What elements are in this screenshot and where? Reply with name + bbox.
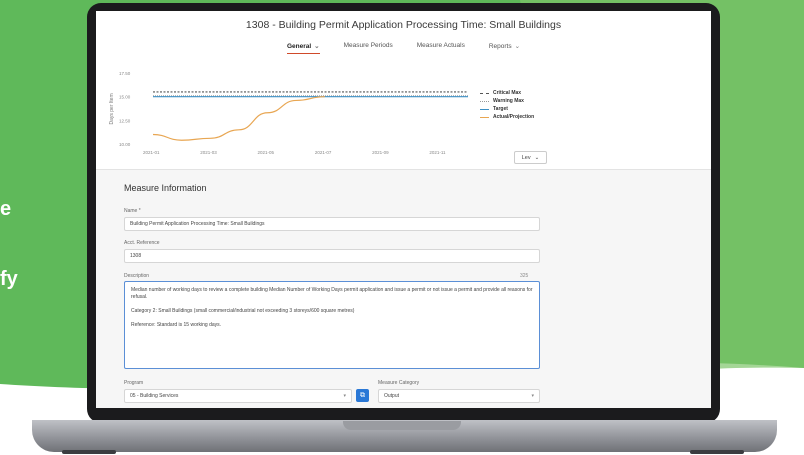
laptop-foot-right (690, 450, 744, 454)
legend-item: Warning Max (480, 97, 534, 105)
legend-item: Target (480, 105, 534, 113)
x-tick-label: 2021-05 (258, 150, 275, 155)
program-select[interactable]: 05 - Building Services ▾ (124, 389, 352, 403)
x-tick-label: 2021-03 (200, 150, 217, 155)
legend-swatch (480, 116, 489, 118)
chevron-down-icon: ▾ (343, 393, 346, 399)
promo-text-line-2: fy (0, 268, 18, 290)
name-label: Name * (124, 208, 141, 214)
description-line: Median number of working days to review … (131, 287, 533, 300)
x-tick-label: 2021-11 (429, 150, 446, 155)
legend-label: Target (493, 106, 508, 112)
measure-chart: 17.50 15.00 12.50 10.00 Days per Item 2021-01… (109, 71, 468, 155)
legend-swatch (480, 108, 489, 110)
description-line: Category 2: Small Buildings (small comme… (131, 308, 355, 314)
acct-reference-field[interactable]: 1308 (124, 249, 540, 263)
y-tick-label: 17.50 (119, 71, 131, 76)
name-field-value: Building Permit Application Processing T… (130, 221, 265, 227)
laptop-screen: 1308 - Building Permit Application Proce… (96, 11, 711, 408)
legend-item: Actual/Projection (480, 113, 534, 121)
tab-general-label: General (286, 43, 312, 50)
y-tick-label: 10.00 (119, 142, 131, 147)
y-tick-label: 12.50 (119, 118, 131, 123)
y-tick-label: 15.00 (119, 95, 131, 100)
tab-measure-actuals-label: Measure Actuals (416, 42, 465, 49)
program-select-value: 05 - Building Services (130, 393, 179, 399)
measure-category-value: Output (384, 393, 400, 399)
tab-reports-label: Reports (488, 43, 512, 50)
external-link-icon: ⧉ (360, 391, 365, 399)
tab-measure-periods-label: Measure Periods (343, 42, 393, 49)
chevron-down-icon: ⌄ (514, 43, 521, 50)
name-field[interactable]: Building Permit Application Processing T… (124, 217, 540, 231)
legend-item: Critical Max (480, 89, 534, 97)
legend-label: Critical Max (493, 90, 522, 96)
acct-reference-label: Acct. Reference (124, 240, 160, 246)
page-title: 1308 - Building Permit Application Proce… (245, 19, 562, 31)
tab-measure-actuals[interactable]: Measure Actuals (417, 42, 465, 54)
legend-swatch (480, 92, 489, 94)
y-axis-label: Days per Item (109, 93, 115, 124)
chevron-down-icon: ▾ (531, 393, 534, 399)
description-textarea[interactable]: Median number of working days to review … (124, 281, 540, 369)
measure-category-select[interactable]: Output ▾ (378, 389, 540, 403)
x-tick-label: 2021-07 (315, 150, 332, 155)
open-program-button[interactable]: ⧉ (356, 389, 369, 402)
laptop-foot-left (62, 450, 116, 454)
acct-reference-value: 1308 (130, 253, 142, 259)
laptop-notch (343, 421, 461, 430)
legend-label: Actual/Projection (493, 114, 535, 120)
series-line (152, 96, 325, 141)
legend-swatch (480, 100, 489, 102)
legend-label: Warning Max (493, 98, 524, 104)
chart-legend: Critical Max Warning Max Target Actual/P… (480, 89, 534, 121)
chevron-down-icon: ⌄ (534, 154, 540, 161)
description-char-counter: 325 (520, 273, 529, 279)
measure-category-label: Measure Category (378, 380, 420, 386)
description-line: Reference: Standard is 15 working days. (131, 322, 222, 328)
promo-text-line-1: e (0, 198, 12, 220)
level-select-value: Lev (521, 154, 531, 161)
tab-reports[interactable]: Reports ⌄ (489, 42, 520, 54)
tab-general[interactable]: General ⌄ (286, 42, 320, 54)
tab-bar: General ⌄ Measure Periods Measure Actuals… (96, 42, 711, 54)
x-tick-label: 2021-01 (143, 150, 160, 155)
tab-measure-periods[interactable]: Measure Periods (344, 42, 393, 54)
level-select[interactable]: Lev ⌄ (514, 151, 547, 164)
section-title: Measure Information (124, 183, 207, 193)
chevron-down-icon: ⌄ (314, 43, 320, 50)
description-label: Description (124, 273, 150, 279)
program-label: Program (124, 380, 144, 386)
x-tick-label: 2021-09 (372, 150, 389, 155)
